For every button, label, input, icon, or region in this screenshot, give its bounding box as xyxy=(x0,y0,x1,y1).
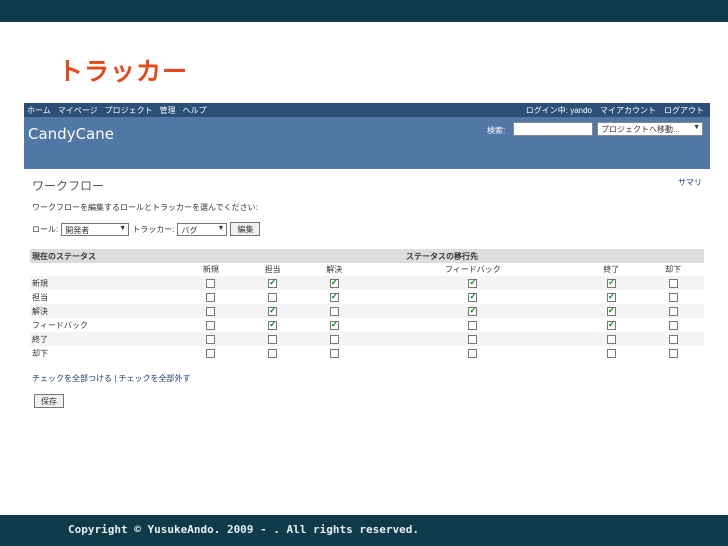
transition-checkbox[interactable] xyxy=(668,278,678,288)
transition-checkbox[interactable] xyxy=(668,320,678,330)
project-jump-select[interactable]: プロジェクトへ移動... ▼ xyxy=(597,122,703,136)
column-header: 解決 xyxy=(303,263,366,276)
project-jump-value: プロジェクトへ移動... xyxy=(601,125,680,134)
transition-checkbox[interactable] xyxy=(206,278,216,288)
transition-checkbox[interactable] xyxy=(668,348,678,358)
column-header: 却下 xyxy=(642,263,704,276)
transition-checkbox[interactable] xyxy=(268,348,278,358)
filter-row: ロール: 開発者 ▼ トラッカー: バグ ▼ 編集 xyxy=(32,222,261,236)
chevron-down-icon: ▼ xyxy=(119,224,127,232)
new-status-header: ステータスの移行先 xyxy=(180,249,704,263)
current-status-header: 現在のステータス xyxy=(30,249,180,263)
top-menu: ホーム マイページ プロジェクト 管理 ヘルプ ログイン中: yando マイア… xyxy=(24,103,710,117)
transition-checkbox[interactable] xyxy=(468,348,478,358)
transition-checkbox[interactable] xyxy=(329,291,339,302)
column-header: 新規 xyxy=(180,263,242,276)
transition-checkbox[interactable] xyxy=(329,348,339,358)
transition-checkbox[interactable] xyxy=(468,305,478,316)
row-status-name: 終了 xyxy=(30,332,180,346)
transition-checkbox[interactable] xyxy=(268,305,278,316)
transition-checkbox[interactable] xyxy=(668,292,678,302)
transition-checkbox[interactable] xyxy=(329,277,339,288)
table-row: 却下 xyxy=(30,346,704,360)
transition-checkbox[interactable] xyxy=(268,319,278,330)
transition-checkbox[interactable] xyxy=(329,319,339,330)
instruction-text: ワークフローを編集するロールとトラッカーを選んでください: xyxy=(32,203,258,212)
app-header: CandyCane 検索: プロジェクトへ移動... ▼ xyxy=(24,117,710,169)
table-row: フィードバック xyxy=(30,318,704,332)
transition-checkbox[interactable] xyxy=(206,334,216,344)
tracker-select[interactable]: バグ ▼ xyxy=(177,222,228,236)
table-row: 終了 xyxy=(30,332,704,346)
transition-checkbox[interactable] xyxy=(606,334,616,344)
chevron-down-icon: ▼ xyxy=(217,224,225,232)
chevron-down-icon: ▼ xyxy=(693,124,700,131)
menu-home[interactable]: ホーム xyxy=(27,105,51,116)
check-all-link[interactable]: チェックを全部つける xyxy=(32,374,112,383)
menu-my-page[interactable]: マイページ xyxy=(58,105,98,116)
edit-button[interactable]: 編集 xyxy=(230,222,261,236)
search-label: 検索: xyxy=(487,126,506,135)
menu-admin[interactable]: 管理 xyxy=(160,105,176,116)
transition-checkbox[interactable] xyxy=(268,334,278,344)
slide-top-bar xyxy=(0,0,728,22)
app-name: CandyCane xyxy=(28,125,114,143)
transition-checkbox[interactable] xyxy=(606,277,616,288)
transition-checkbox[interactable] xyxy=(206,292,216,302)
transition-checkbox[interactable] xyxy=(206,348,216,358)
copyright-text: Copyright © YusukeAndo. 2009 - . All rig… xyxy=(68,523,419,536)
page-title: ワークフロー xyxy=(32,179,105,193)
transition-checkbox[interactable] xyxy=(206,320,216,330)
slide-title: トラッカー xyxy=(58,57,189,86)
transition-checkbox[interactable] xyxy=(206,306,216,316)
transition-checkbox[interactable] xyxy=(329,334,339,344)
row-status-name: 担当 xyxy=(32,292,48,302)
table-row: 新規 xyxy=(30,276,704,290)
slide-bottom-bar: Copyright © YusukeAndo. 2009 - . All rig… xyxy=(0,515,728,546)
row-status-name: フィードバック xyxy=(32,320,88,330)
column-header: 終了 xyxy=(580,263,643,276)
transition-checkbox[interactable] xyxy=(468,277,478,288)
transition-checkbox[interactable] xyxy=(268,292,278,302)
my-account-link[interactable]: マイアカウント xyxy=(600,105,656,116)
transition-checkbox[interactable] xyxy=(606,305,616,316)
table-row: 担当 xyxy=(30,290,704,304)
transition-checkbox[interactable] xyxy=(606,319,616,330)
column-header: 担当 xyxy=(241,263,304,276)
logout-link[interactable]: ログアウト xyxy=(664,105,704,116)
check-links: チェックを全部つける | チェックを全部外す xyxy=(32,373,191,384)
role-value: 開発者 xyxy=(65,225,90,235)
table-row: 解決 xyxy=(30,304,704,318)
menu-help[interactable]: ヘルプ xyxy=(183,105,207,116)
transition-checkbox[interactable] xyxy=(668,306,678,316)
row-status-name: 却下 xyxy=(32,348,48,358)
tracker-label: トラッカー: xyxy=(132,224,175,234)
search-input[interactable] xyxy=(513,122,593,136)
save-button[interactable]: 保存 xyxy=(34,394,64,408)
workflow-table-body: 新規担当解決フィードバック終了却下 xyxy=(30,276,704,360)
transition-checkbox[interactable] xyxy=(606,291,616,302)
row-status-name: 新規 xyxy=(30,276,180,290)
transition-checkbox[interactable] xyxy=(668,334,678,344)
role-label: ロール: xyxy=(32,224,59,234)
column-header: フィードバック xyxy=(365,263,581,276)
transition-checkbox[interactable] xyxy=(606,348,616,358)
logged-in-as: ログイン中: yando xyxy=(525,106,592,115)
app-screenshot: ホーム マイページ プロジェクト 管理 ヘルプ ログイン中: yando マイア… xyxy=(24,103,710,463)
transition-checkbox[interactable] xyxy=(329,306,339,316)
row-status-name: 解決 xyxy=(30,304,180,318)
link-separator: | xyxy=(114,374,117,383)
transition-checkbox[interactable] xyxy=(468,291,478,302)
transition-checkbox[interactable] xyxy=(268,277,278,288)
role-select[interactable]: 開発者 ▼ xyxy=(61,222,130,236)
tracker-value: バグ xyxy=(181,225,198,235)
transition-checkbox[interactable] xyxy=(468,320,478,330)
summary-link[interactable]: サマリ xyxy=(678,177,702,188)
workflow-table: 現在のステータス ステータスの移行先 新規 担当 解決 フィードバック 終了 却… xyxy=(30,249,704,360)
transition-checkbox[interactable] xyxy=(468,334,478,344)
uncheck-all-link[interactable]: チェックを全部外す xyxy=(119,374,191,383)
menu-projects[interactable]: プロジェクト xyxy=(105,105,153,116)
